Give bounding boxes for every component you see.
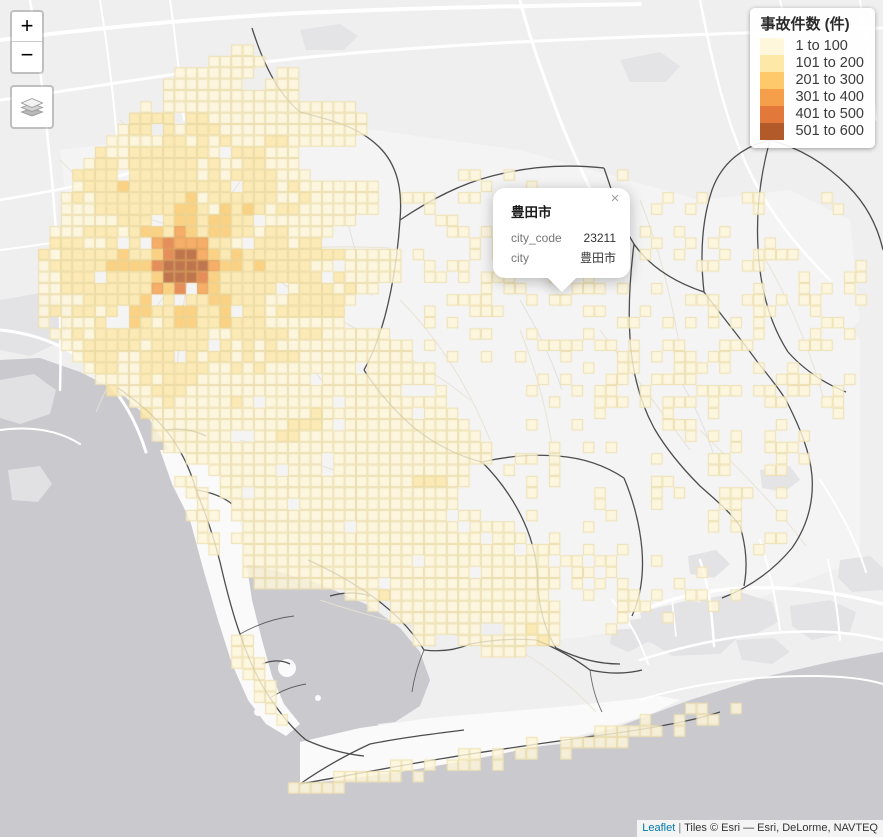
legend-label: 101 to 200 [795,55,864,71]
popup-attribute-key: city [511,251,529,265]
legend-swatch [760,72,785,89]
legend-entry: 301 to 400 [760,89,864,106]
layers-stack-icon [19,92,45,123]
close-icon[interactable]: × [607,191,623,207]
popup-attribute-row: city 豊田市 [511,248,616,268]
legend-swatch [760,123,785,140]
zoom-control[interactable]: + − [10,10,44,74]
legend-entry-list: 1 to 100 101 to 200 201 to 300 301 to 400 40… [760,38,864,140]
zoom-out-button[interactable]: − [12,42,42,72]
legend-swatch [760,55,785,72]
popup-tip [493,278,630,296]
attribution-separator: | [678,822,682,834]
legend-entry: 1 to 100 [760,38,864,55]
legend-entry: 401 to 500 [760,106,864,123]
popup-attribute-value: 豊田市 [579,251,616,265]
popup-attribute-key: city_code [511,231,562,245]
attribution-bar: Leaflet | Tiles © Esri — Esri, DeLorme, … [637,820,883,837]
legend-label: 401 to 500 [795,106,864,122]
map-container[interactable]: + − 事故件数 (件) 1 to 100 101 to 200 201 to 30… [0,0,883,837]
feature-popup[interactable]: × 豊田市 city_code 23211 city 豊田市 [493,188,630,296]
layers-control-button[interactable] [10,85,54,129]
popup-attribute-value: 23211 [583,231,616,245]
zoom-in-button[interactable]: + [12,12,42,42]
legend-label: 301 to 400 [795,89,864,105]
attribution-tiles-text: Tiles © Esri — Esri, DeLorme, NAVTEQ [684,822,878,834]
legend-entry: 501 to 600 [760,123,864,140]
popup-attribute-row: city_code 23211 [511,228,616,248]
legend-swatch [760,38,785,55]
leaflet-link[interactable]: Leaflet [642,822,675,834]
legend-label: 1 to 100 [795,38,848,54]
popup-title: 豊田市 [511,205,552,220]
legend-label: 201 to 300 [795,72,864,88]
legend-swatch [760,106,785,123]
legend-label: 501 to 600 [795,123,864,139]
legend-title: 事故件数 (件) [760,16,850,33]
legend: 事故件数 (件) 1 to 100 101 to 200 201 to 300 301… [750,8,875,148]
popup-attribute-table: city_code 23211 city 豊田市 [511,228,616,268]
popup-body: × 豊田市 city_code 23211 city 豊田市 [493,188,630,278]
legend-swatch [760,89,785,106]
legend-entry: 201 to 300 [760,72,864,89]
legend-entry: 101 to 200 [760,55,864,72]
